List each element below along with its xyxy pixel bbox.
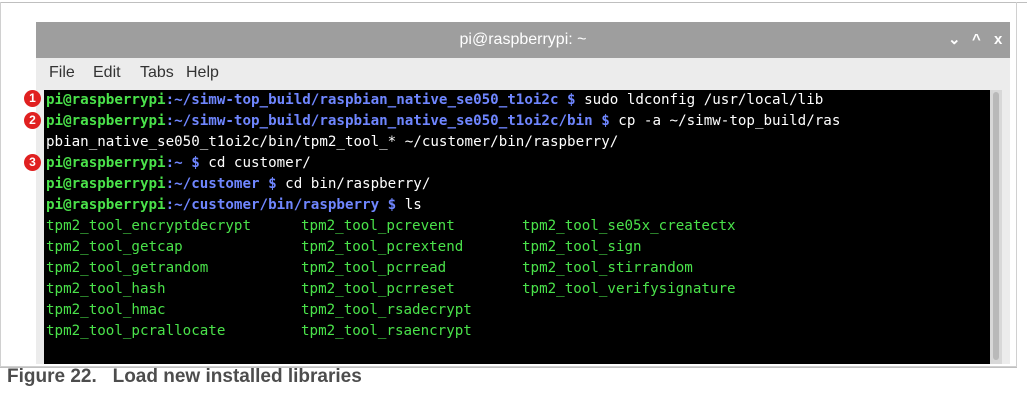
listing-file: tpm2_tool_se05x_createctx [522, 218, 736, 234]
listing-file: tpm2_tool_hash [46, 281, 166, 297]
prompt-path: :~/customer/bin/raspberry $ [165, 197, 397, 213]
listing-file: tpm2_tool_pcrread [301, 260, 447, 276]
figure-title: Load new installed libraries [112, 366, 362, 387]
close-icon[interactable]: x [994, 22, 1002, 58]
callout-marker-2: 2 [24, 112, 41, 129]
listing-file: tpm2_tool_pcrallocate [46, 323, 226, 339]
maximize-icon[interactable]: ^ [972, 22, 981, 58]
prompt-path: :~/simw-top_build/raspbian_native_se050_… [165, 113, 610, 129]
prompt-path: :~/customer $ [165, 176, 277, 192]
callout-marker-3: 3 [24, 154, 41, 171]
prompt-user: pi@raspberrypi [46, 155, 166, 171]
scrollbar-thumb[interactable] [993, 92, 999, 360]
prompt-path: :~/simw-top_build/raspbian_native_se050_… [165, 92, 576, 108]
prompt-user: pi@raspberrypi [46, 113, 166, 129]
figure-caption: Figure 22. Load new installed libraries [7, 366, 362, 388]
command-text: cd customer/ [199, 155, 311, 171]
terminal-window: pi@raspberrypi: ~ ⌄ ^ x File Edit Tabs H… [36, 22, 1010, 364]
listing-file: tpm2_tool_encryptdecrypt [46, 218, 251, 234]
command-text: cd bin/raspberry/ [276, 176, 431, 192]
menu-bar: File Edit Tabs Help [36, 58, 1010, 90]
prompt-user: pi@raspberrypi [46, 197, 166, 213]
menu-tabs[interactable]: Tabs [140, 64, 174, 82]
minimize-icon[interactable]: ⌄ [948, 22, 961, 58]
callout-marker-1: 1 [24, 90, 41, 107]
listing-file: tpm2_tool_rsadecrypt [301, 302, 472, 318]
listing-file: tpm2_tool_verifysignature [522, 281, 736, 297]
listing-file: tpm2_tool_hmac [46, 302, 166, 318]
terminal-line: pi@raspberrypi:~/simw-top_build/raspbian… [46, 111, 840, 132]
menu-help[interactable]: Help [186, 64, 219, 82]
window-title: pi@raspberrypi: ~ [459, 31, 587, 48]
listing-file: tpm2_tool_rsaencrypt [301, 323, 472, 339]
command-text: sudo ldconfig /usr/local/lib [575, 92, 824, 108]
prompt-user: pi@raspberrypi [46, 92, 166, 108]
title-bar[interactable]: pi@raspberrypi: ~ ⌄ ^ x [36, 22, 1010, 58]
prompt-path: :~ $ [165, 155, 200, 171]
menu-file[interactable]: File [49, 64, 75, 82]
listing-file: tpm2_tool_pcrextend [301, 239, 464, 255]
command-continuation: pbian_native_se050_t1oi2c/bin/tpm2_tool_… [46, 134, 619, 150]
listing-file: tpm2_tool_sign [522, 239, 642, 255]
listing-file: tpm2_tool_getrandom [46, 260, 209, 276]
terminal-line: pi@raspberrypi:~/customer/bin/raspberry … [46, 195, 422, 216]
listing-file: tpm2_tool_pcrevent [301, 218, 455, 234]
menu-edit[interactable]: Edit [93, 64, 121, 82]
prompt-user: pi@raspberrypi [46, 176, 166, 192]
listing-file: tpm2_tool_getcap [46, 239, 183, 255]
command-text: cp -a ~/simw-top_build/ras [609, 113, 841, 129]
terminal-output[interactable]: pi@raspberrypi:~/simw-top_build/raspbian… [44, 90, 990, 364]
terminal-line: pi@raspberrypi:~ $ cd customer/ [46, 153, 311, 174]
command-text: ls [396, 197, 422, 213]
terminal-line: pbian_native_se050_t1oi2c/bin/tpm2_tool_… [46, 132, 618, 153]
terminal-scrollbar[interactable] [990, 90, 1002, 364]
listing-file: tpm2_tool_stirrandom [522, 260, 693, 276]
terminal-line: pi@raspberrypi:~/customer $ cd bin/raspb… [46, 174, 430, 195]
terminal-line: pi@raspberrypi:~/simw-top_build/raspbian… [46, 90, 823, 111]
listing-file: tpm2_tool_pcrreset [301, 281, 455, 297]
figure-number: Figure 22. [7, 366, 97, 387]
